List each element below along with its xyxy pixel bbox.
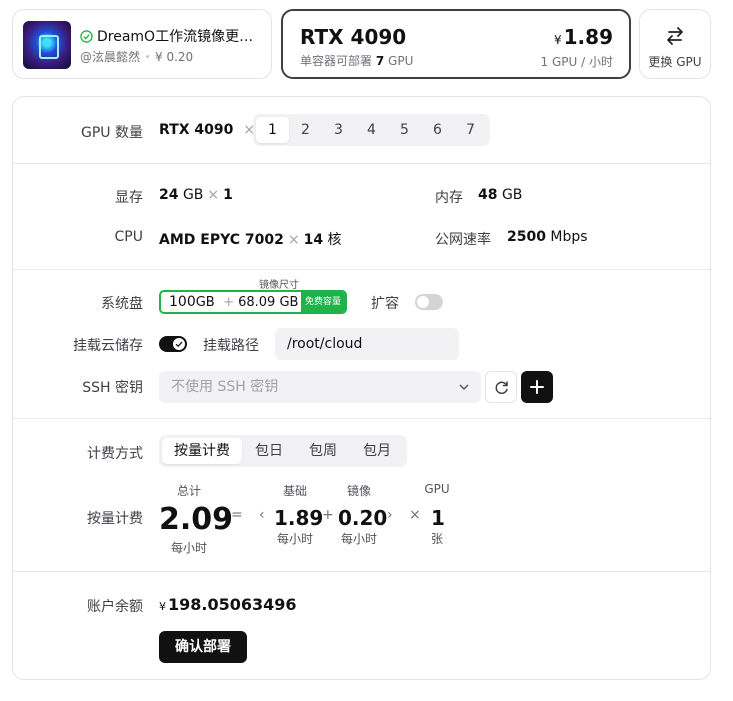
balance-value: ¥198.05063496 [159, 595, 297, 614]
gpu-count-option[interactable]: 5 [388, 117, 421, 143]
change-gpu-label: 更换 GPU [648, 55, 702, 69]
divider [13, 269, 710, 270]
plus-sign: + [322, 507, 334, 523]
expand-toggle[interactable] [415, 294, 443, 310]
image-author: @泫晨懿然 [80, 50, 141, 64]
divider [13, 418, 710, 419]
gpu-count-option[interactable]: 3 [322, 117, 355, 143]
refresh-icon [495, 381, 508, 395]
mount-path-input[interactable]: /root/cloud [275, 328, 459, 360]
image-size-caption: 镜像尺寸 [259, 280, 299, 291]
balance-label: 账户余额 [87, 599, 143, 615]
total-unit: 每小时 [170, 541, 207, 555]
cloud-storage-toggle[interactable] [159, 336, 187, 352]
separator-dot [146, 55, 150, 58]
base-value: 1.89 [274, 506, 324, 530]
swap-arrows-icon [667, 27, 683, 45]
gpu-count-selector[interactable]: 1234567 [253, 114, 490, 146]
cpu-value: AMD EPYC 7002 × 14 核 [159, 232, 342, 248]
base-unit: 每小时 [276, 532, 313, 546]
ram-label: 内存 [435, 190, 463, 206]
image-title: DreamO工作流镜像更新... [97, 29, 265, 45]
total-caption: 总计 [176, 484, 201, 498]
free-capacity-badge: 免费容量 [300, 292, 345, 312]
refresh-button[interactable] [485, 371, 517, 403]
change-gpu-button[interactable]: 更换 GPU [639, 9, 711, 79]
billing-method-selector[interactable]: 按量计费 包日 包周 包月 [159, 435, 407, 467]
image-thumbnail [23, 21, 71, 69]
chevron-down-icon [459, 384, 469, 390]
gpu-count-option[interactable]: 4 [355, 117, 388, 143]
gpu-name: RTX 4090 [300, 25, 407, 49]
add-ssh-key-button[interactable] [521, 371, 553, 403]
cpu-label: CPU [114, 229, 143, 245]
plus-icon [530, 380, 544, 394]
base-caption: 基础 [282, 484, 307, 498]
total-value: 2.09 [159, 502, 234, 537]
ram-value: 48 GB [478, 187, 523, 203]
image-card[interactable]: DreamO工作流镜像更新... @泫晨懿然 ¥ 0.20 [12, 9, 272, 79]
confirm-deploy-button[interactable]: 确认部署 [159, 631, 247, 663]
net-value: 2500 Mbps [507, 229, 588, 245]
billing-method-option[interactable]: 按量计费 [162, 438, 242, 464]
equals-sign: = [231, 507, 243, 523]
gpu-count-option[interactable]: 2 [289, 117, 322, 143]
ssh-key-label: SSH 密钥 [82, 380, 143, 396]
image-unit: 每小时 [340, 532, 377, 546]
system-disk-size: 100GB +68.09 GB [169, 294, 299, 310]
vram-label: 显存 [115, 190, 143, 206]
deploy-config-panel: GPU 数量 RTX 4090 × 1234567 显存 24 GB × 1 内存 4… [12, 96, 711, 680]
toggle-knob [173, 338, 185, 350]
system-disk-box: 100GB +68.09 GB 免费容量 [159, 290, 347, 314]
mount-path-label: 挂载路径 [203, 338, 259, 354]
gpu-unit: 张 [430, 532, 443, 546]
check-icon [175, 341, 183, 348]
gpu-count-option[interactable]: 1 [256, 117, 289, 143]
ssh-key-placeholder: 不使用 SSH 密钥 [171, 379, 279, 395]
image-price: ¥ 0.20 [155, 49, 194, 64]
times-sign: × [409, 507, 421, 523]
gpu-count-gpu-name: RTX 4090 × [159, 122, 256, 138]
gpu-count-option[interactable]: 7 [454, 117, 487, 143]
gpu-price-unit: 1 GPU / 小时 [540, 55, 613, 69]
gpu-count-option[interactable]: 6 [421, 117, 454, 143]
billing-method-option[interactable]: 包日 [242, 438, 296, 464]
divider [13, 571, 710, 572]
billing-method-option[interactable]: 包周 [296, 438, 350, 464]
cloud-storage-label: 挂载云储存 [73, 338, 143, 354]
bracket-left: ‹ [259, 507, 265, 523]
billing-method-label: 计费方式 [87, 446, 143, 462]
selected-gpu-card[interactable]: RTX 4090 单容器可部署 7 GPU ¥1.89 1 GPU / 小时 [281, 9, 631, 79]
vram-value: 24 GB × 1 [159, 187, 233, 203]
payg-label: 按量计费 [87, 511, 143, 527]
system-disk-label: 系统盘 [101, 296, 143, 312]
gpu-capacity: 单容器可部署 7 GPU [300, 54, 414, 68]
net-label: 公网速率 [435, 232, 491, 248]
bracket-right: › [387, 507, 393, 523]
gpu-count-label: GPU 数量 [81, 125, 143, 141]
gpu-caption: GPU [424, 482, 450, 496]
expand-label: 扩容 [371, 296, 399, 312]
gpu-multiplier-value: 1 [431, 506, 445, 530]
toggle-knob [417, 296, 429, 308]
gpu-price: ¥1.89 [554, 25, 613, 49]
billing-method-option[interactable]: 包月 [350, 438, 404, 464]
ssh-key-select[interactable]: 不使用 SSH 密钥 [159, 371, 481, 403]
image-caption: 镜像 [346, 484, 371, 498]
divider [13, 163, 710, 164]
image-value: 0.20 [338, 506, 388, 530]
verified-check-icon [80, 29, 93, 43]
